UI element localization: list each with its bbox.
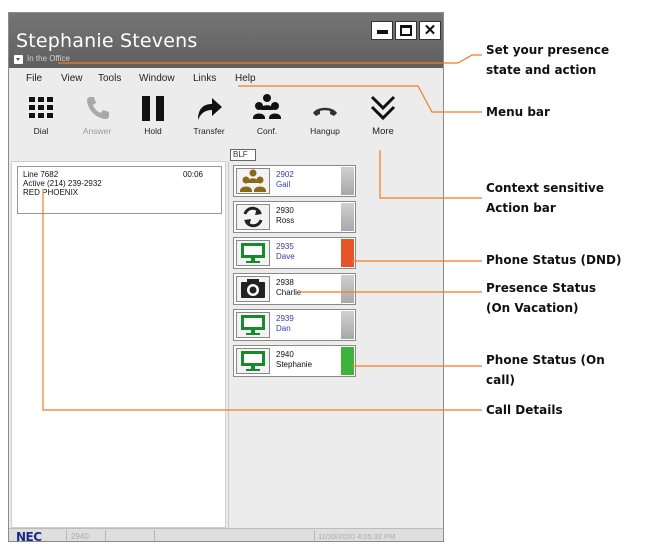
chevron-double-down-icon: [361, 93, 405, 125]
menu-help[interactable]: Help: [235, 73, 256, 84]
blf-key-2939[interactable]: 2939 Dan: [233, 309, 356, 341]
annotation-phone-status-dnd: Phone Status (DND): [486, 253, 622, 267]
call-panel: Line 7682 00:06 Active (214) 239-2932 RE…: [11, 161, 226, 528]
blf-status-strip: [341, 203, 354, 231]
monitor-icon: [236, 240, 270, 266]
menu-window[interactable]: Window: [139, 73, 175, 84]
menu-bar: File View Tools Window Links Help: [9, 69, 443, 89]
conference-icon: [245, 93, 289, 125]
status-divider: [105, 530, 106, 541]
conference-label: Conf.: [256, 126, 278, 136]
action-bar: Dial Answer Hold Transfer Conf. Hangup M…: [9, 89, 443, 145]
hold-button[interactable]: Hold: [131, 93, 175, 143]
call-status: Active (214) 239-2932: [23, 179, 102, 188]
monitor-icon: [236, 312, 270, 338]
blf-name: Ross: [276, 216, 295, 225]
blf-status-strip: [341, 167, 354, 195]
camera-icon: [236, 276, 270, 302]
blf-name: Gail: [276, 180, 291, 189]
blf-status-strip-dnd: [341, 239, 354, 267]
minimize-button[interactable]: [371, 21, 393, 40]
annotation-phone-status-oncall: Phone Status (On call): [486, 353, 605, 387]
annotation-presence-status: Presence Status (On Vacation): [486, 281, 597, 315]
user-name: Stephanie Stevens: [16, 30, 198, 52]
blf-status-strip-oncall: [341, 347, 354, 375]
dial-label: Dial: [33, 126, 49, 136]
status-divider: [66, 530, 67, 541]
conference-button[interactable]: Conf.: [245, 93, 289, 143]
hangup-button[interactable]: Hangup: [303, 93, 347, 143]
status-datetime: 11/20/2020 4:05:32 PM: [318, 532, 396, 541]
hangup-icon: [303, 93, 347, 125]
softphone-window: Stephanie Stevens In the Office ✕ File V…: [8, 12, 444, 542]
pause-icon: [131, 93, 175, 125]
blf-extension: 2940: [276, 350, 294, 359]
menu-file[interactable]: File: [26, 73, 42, 84]
annotation-menu-bar: Menu bar: [486, 105, 550, 119]
answer-label: Answer: [82, 126, 112, 136]
transfer-button[interactable]: Transfer: [187, 93, 231, 143]
title-bar: Stephanie Stevens In the Office ✕: [9, 13, 443, 68]
blf-panel: 2902 Gail 2930 Ross 2935 Dave 2938 Charl…: [228, 161, 443, 528]
menu-view[interactable]: View: [61, 73, 83, 84]
status-divider: [314, 530, 315, 541]
dial-button[interactable]: Dial: [19, 93, 63, 143]
close-button[interactable]: ✕: [419, 21, 441, 40]
blf-extension: 2930: [276, 206, 294, 215]
status-divider: [154, 530, 155, 541]
blf-key-2940[interactable]: 2940 Stephanie: [233, 345, 356, 377]
hangup-label: Hangup: [310, 126, 340, 136]
menu-tools[interactable]: Tools: [98, 73, 121, 84]
minimize-icon: [376, 30, 388, 34]
blf-extension: 2939: [276, 314, 294, 323]
status-extension: 2940: [71, 532, 89, 541]
refresh-icon: [236, 204, 270, 230]
annotation-presence: Set your presence state and action: [486, 43, 610, 77]
blf-extension: 2938: [276, 278, 294, 287]
blf-key-2902[interactable]: 2902 Gail: [233, 165, 356, 197]
blf-status-strip: [341, 275, 354, 303]
blf-name: Dan: [276, 324, 291, 333]
blf-name: Charlie: [276, 288, 302, 297]
blf-key-2938[interactable]: 2938 Charlie: [233, 273, 356, 305]
blf-name: Stephanie: [276, 360, 313, 369]
more-button[interactable]: More: [361, 93, 405, 143]
transfer-label: Transfer: [193, 126, 225, 136]
status-bar: NEC 2940 11/20/2020 4:05:32 PM: [9, 528, 443, 542]
menu-links[interactable]: Links: [193, 73, 216, 84]
call-timer: 00:06: [182, 170, 203, 179]
monitor-icon: [236, 348, 270, 374]
blf-key-2930[interactable]: 2930 Ross: [233, 201, 356, 233]
close-icon: ✕: [423, 22, 437, 39]
maximize-icon: [400, 25, 412, 36]
presence-dropdown-icon[interactable]: [14, 55, 23, 64]
transfer-arrow-icon: [187, 93, 231, 125]
dialpad-icon: [19, 93, 63, 125]
more-label: More: [372, 126, 394, 137]
blf-extension: 2935: [276, 242, 294, 251]
maximize-button[interactable]: [395, 21, 417, 40]
blf-name: Dave: [276, 252, 295, 261]
call-details-card[interactable]: Line 7682 00:06 Active (214) 239-2932 RE…: [17, 166, 222, 214]
annotation-action-bar: Context sensitive Action bar: [486, 181, 605, 215]
hold-label: Hold: [144, 126, 162, 136]
blf-tab[interactable]: BLF: [230, 149, 256, 161]
people-icon: [236, 168, 270, 194]
blf-extension: 2902: [276, 170, 294, 179]
answer-button[interactable]: Answer: [75, 93, 119, 143]
blf-key-2935[interactable]: 2935 Dave: [233, 237, 356, 269]
handset-icon: [75, 93, 119, 125]
call-line: Line 7682: [23, 170, 59, 179]
annotation-call-details: Call Details: [486, 403, 563, 417]
nec-logo: NEC: [16, 530, 42, 542]
presence-state[interactable]: In the Office: [27, 54, 70, 63]
caller-name: RED PHOENIX: [23, 188, 79, 197]
blf-status-strip: [341, 311, 354, 339]
